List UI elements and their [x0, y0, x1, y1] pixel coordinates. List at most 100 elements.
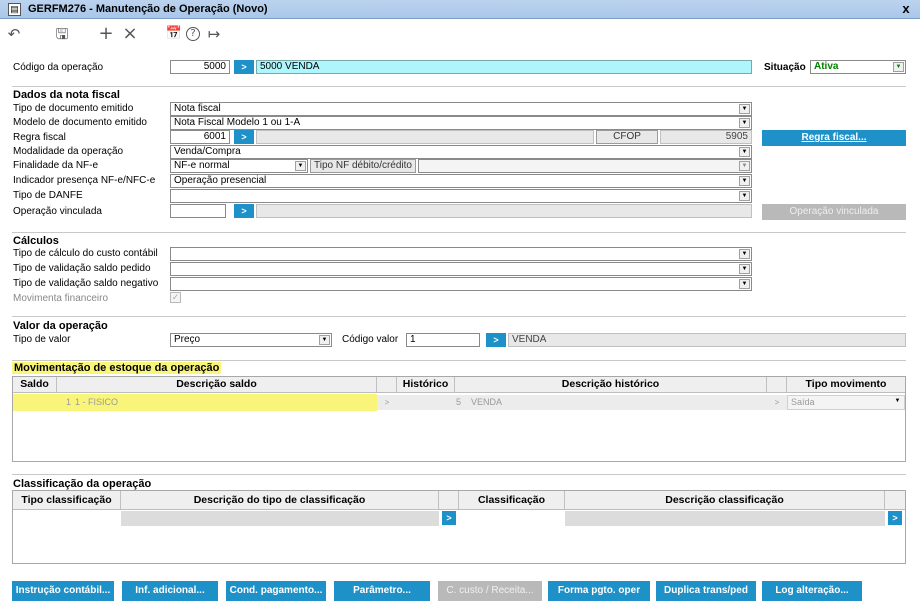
arrow-right-icon: > — [493, 335, 499, 345]
chevron-down-icon[interactable]: ▼ — [739, 264, 750, 274]
chevron-down-icon[interactable]: ▼ — [739, 279, 750, 289]
window-icon: ▤ — [8, 3, 21, 16]
divider — [12, 474, 906, 475]
col-tipo-classificacao[interactable]: Tipo classificação — [13, 491, 121, 509]
chevron-down-icon[interactable]: ▼ — [739, 249, 750, 259]
codigo-valor-label: Código valor — [342, 334, 399, 345]
cell-saldo[interactable]: 1 — [13, 395, 71, 409]
undo-icon[interactable]: ↶ — [4, 24, 24, 44]
add-icon[interactable]: + — [96, 24, 116, 44]
tipo-valor-select[interactable]: Preço ▼ — [170, 333, 332, 347]
tipo-documento-select[interactable]: Nota fiscal ▼ — [170, 102, 752, 116]
divider — [12, 232, 906, 233]
col-historico[interactable]: Histórico — [397, 377, 455, 392]
cell-descricao-historico[interactable]: VENDA — [471, 395, 502, 409]
chevron-down-icon[interactable]: ▼ — [739, 191, 750, 201]
title-bar: ▤ GERFM276 - Manutenção de Operação (Nov… — [0, 0, 920, 19]
tipo-calculo-custo-select[interactable]: ▼ — [170, 247, 752, 261]
exit-icon[interactable]: ↦ — [204, 24, 224, 44]
tipo-movimento-value: Saída — [791, 397, 815, 407]
col-saldo[interactable]: Saldo — [13, 377, 57, 392]
chevron-down-icon[interactable]: ▼ — [739, 104, 750, 114]
tipo-nf-debito-credito-button[interactable]: Tipo NF débito/crédito — [310, 159, 416, 173]
regra-fiscal-search-button[interactable]: > — [234, 130, 254, 144]
col-tipo-movimento[interactable]: Tipo movimento — [787, 377, 905, 392]
cell-descricao-tipo — [121, 511, 439, 526]
modelo-documento-select[interactable]: Nota Fiscal Modelo 1 ou 1-A ▼ — [170, 116, 752, 130]
tipo-nf-debito-credito-select: ▼ — [418, 159, 752, 173]
modalidade-select[interactable]: Venda/Compra ▼ — [170, 145, 752, 159]
validacao-saldo-negativo-select[interactable]: ▼ — [170, 277, 752, 291]
save-icon[interactable]: 🖫 — [52, 24, 72, 44]
toolbar: ↶ 🖫 + × 📅 ? ↦ — [0, 19, 920, 49]
help-icon[interactable]: ? — [186, 27, 200, 41]
classificacao-grid: Tipo classificação Descrição do tipo de … — [12, 490, 906, 564]
saldo-lookup-button[interactable]: > — [377, 395, 397, 410]
chevron-down-icon[interactable]: ▼ — [739, 147, 750, 157]
col-spacer — [767, 377, 787, 392]
modalidade-value: Venda/Compra — [174, 146, 241, 157]
close-icon[interactable]: x — [898, 1, 914, 17]
tipo-valor-label: Tipo de valor — [13, 334, 71, 345]
historico-lookup-button[interactable]: > — [767, 395, 787, 410]
cell-descricao-saldo[interactable]: 1 - FISICO — [75, 395, 118, 409]
cell-historico[interactable]: 5 — [397, 395, 461, 409]
codigo-valor-input[interactable]: 1 — [406, 333, 480, 347]
operacao-vinculada-input[interactable] — [170, 204, 226, 218]
log-alteracao-button[interactable]: Log alteração... — [762, 581, 862, 601]
tipo-movimento-select[interactable]: Saída ▼ — [787, 395, 905, 410]
chevron-down-icon: ▼ — [739, 161, 750, 171]
finalidade-select[interactable]: NF-e normal ▼ — [170, 159, 308, 173]
col-descricao-classificacao[interactable]: Descrição classificação — [565, 491, 885, 509]
chevron-down-icon[interactable]: ▼ — [319, 335, 330, 345]
tipo-danfe-select[interactable]: ▼ — [170, 189, 752, 203]
codigo-operacao-input[interactable]: 5000 — [170, 60, 230, 74]
classificacao-lookup-button[interactable]: > — [888, 511, 902, 525]
chevron-down-icon[interactable]: ▼ — [739, 118, 750, 128]
col-descricao-historico[interactable]: Descrição histórico — [455, 377, 767, 392]
validacao-saldo-pedido-select[interactable]: ▼ — [170, 262, 752, 276]
col-spacer — [439, 491, 459, 509]
classificacao-grid-header: Tipo classificação Descrição do tipo de … — [13, 491, 905, 510]
operacao-vinculada-search-button[interactable]: > — [234, 204, 254, 218]
regra-fiscal-description — [256, 130, 594, 144]
section-valor-operacao: Valor da operação — [13, 320, 108, 332]
situacao-select[interactable]: Ativa ▼ — [810, 60, 906, 74]
duplica-trans-ped-button[interactable]: Duplica trans/ped — [656, 581, 756, 601]
cfop-value: 5905 — [660, 130, 752, 144]
table-row[interactable]: 1 1 - FISICO > 5 VENDA > Saída ▼ — [13, 394, 905, 411]
arrow-right-icon: > — [241, 62, 247, 72]
cond-pagamento-button[interactable]: Cond. pagamento... — [226, 581, 326, 601]
divider — [12, 316, 906, 317]
calendar-icon[interactable]: 📅 — [164, 24, 184, 44]
indicador-presenca-select[interactable]: Operação presencial ▼ — [170, 174, 752, 188]
col-spacer — [885, 491, 905, 509]
arrow-right-icon: > — [892, 513, 898, 523]
chevron-down-icon[interactable]: ▼ — [893, 62, 904, 72]
forma-pgto-oper-button[interactable]: Forma pgto. oper — [548, 581, 650, 601]
instrucao-contabil-button[interactable]: Instrução contábil... — [12, 581, 114, 601]
chevron-down-icon[interactable]: ▼ — [892, 397, 903, 407]
chevron-down-icon[interactable]: ▼ — [739, 176, 750, 186]
regra-fiscal-input[interactable]: 6001 — [170, 130, 230, 144]
chevron-down-icon[interactable]: ▼ — [295, 161, 306, 171]
divider — [12, 360, 906, 361]
cfop-label: CFOP — [596, 130, 658, 144]
codigo-valor-description: VENDA — [508, 333, 906, 347]
section-calculos: Cálculos — [13, 235, 59, 247]
section-movimentacao-estoque: Movimentação de estoque da operação — [12, 362, 222, 374]
indicador-presenca-label: Indicador presença NF-e/NFC-e — [13, 175, 156, 186]
col-descricao-saldo[interactable]: Descrição saldo — [57, 377, 377, 392]
table-row[interactable]: > > — [13, 511, 905, 526]
parametro-button[interactable]: Parâmetro... — [334, 581, 430, 601]
tipo-classificacao-lookup-button[interactable]: > — [442, 511, 456, 525]
codigo-valor-search-button[interactable]: > — [486, 333, 506, 347]
arrow-right-icon: > — [241, 206, 247, 216]
codigo-operacao-search-button[interactable]: > — [234, 60, 254, 74]
col-descricao-tipo[interactable]: Descrição do tipo de classificação — [121, 491, 439, 509]
tipo-documento-value: Nota fiscal — [174, 103, 221, 114]
inf-adicional-button[interactable]: Inf. adicional... — [122, 581, 218, 601]
regra-fiscal-button[interactable]: Regra fiscal... — [762, 130, 906, 146]
col-classificacao[interactable]: Classificação — [459, 491, 565, 509]
delete-icon[interactable]: × — [120, 24, 140, 44]
